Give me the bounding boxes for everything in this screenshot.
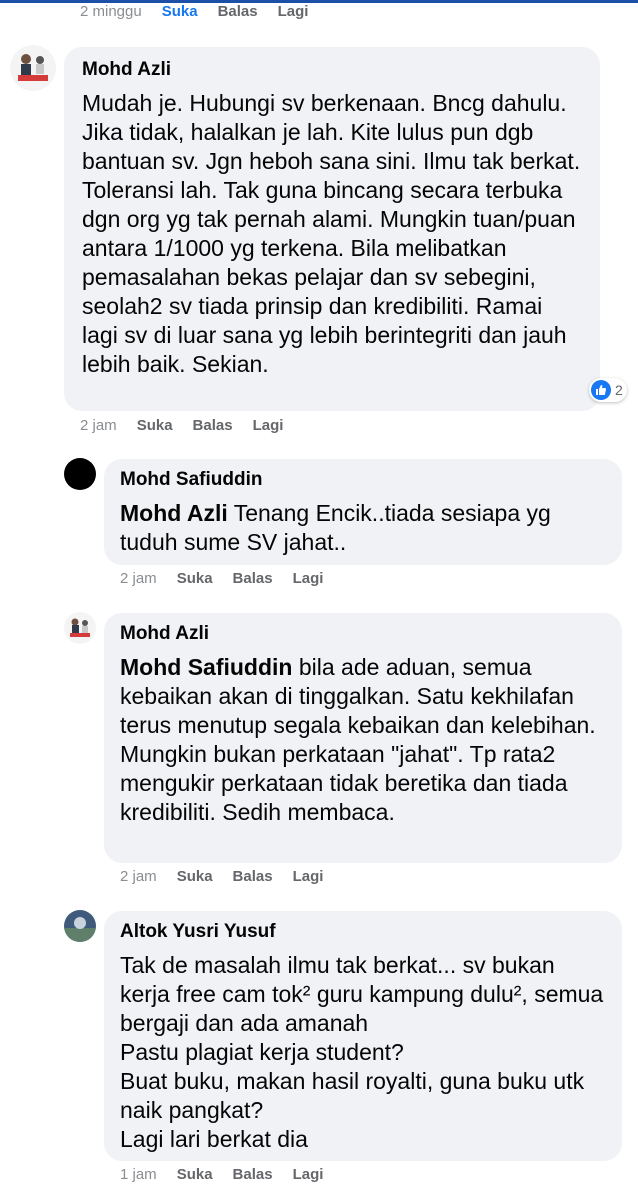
like-button[interactable]: Suka [177, 1166, 213, 1183]
comment-text: Mohd Safiuddin bila ade aduan, semua keb… [120, 653, 606, 827]
comment-author[interactable]: Mohd Azli [120, 623, 606, 645]
comment-author[interactable]: Mohd Safiuddin [120, 469, 606, 491]
comment-actions: 1 jam Suka Balas Lagi [120, 1166, 323, 1183]
comment-actions: 2 jam Suka Balas Lagi [120, 868, 323, 885]
timestamp: 2 jam [120, 570, 157, 587]
reply-button[interactable]: Balas [233, 1166, 273, 1183]
like-reaction-icon [591, 380, 611, 400]
more-button[interactable]: Lagi [293, 868, 324, 885]
comment-actions: 2 jam Suka Balas Lagi [120, 570, 323, 587]
previous-comment-actions: 2 minggu Suka Balas Lagi [80, 3, 308, 20]
profile-photo-icon [64, 910, 96, 942]
reply-button[interactable]: Balas [233, 868, 273, 885]
reaction-summary[interactable]: 2 [589, 378, 627, 402]
more-button[interactable]: Lagi [278, 3, 309, 20]
timestamp: 2 minggu [80, 3, 142, 20]
comment-author[interactable]: Altok Yusri Yusuf [120, 921, 606, 943]
like-button[interactable]: Suka [162, 3, 198, 20]
comment-bubble: Mohd Azli Mudah je. Hubungi sv berkenaan… [64, 47, 600, 411]
mention-link[interactable]: Mohd Azli [120, 500, 228, 526]
comment-text: Mudah je. Hubungi sv berkenaan. Bncg dah… [82, 90, 581, 377]
comment-actions: 2 jam Suka Balas Lagi [80, 417, 283, 434]
reply-button[interactable]: Balas [233, 570, 273, 587]
comment-bubble: Mohd Safiuddin Mohd Azli Tenang Encik..t… [104, 459, 622, 565]
more-button[interactable]: Lagi [253, 417, 284, 434]
timestamp: 1 jam [120, 1166, 157, 1183]
like-button[interactable]: Suka [177, 570, 213, 587]
reaction-count: 2 [615, 382, 623, 398]
avatar[interactable] [64, 612, 96, 644]
comment-bubble: Mohd Azli Mohd Safiuddin bila ade aduan,… [104, 613, 622, 863]
profile-photo-icon [10, 45, 56, 91]
more-button[interactable]: Lagi [293, 570, 324, 587]
timestamp: 2 jam [80, 417, 117, 434]
comment-author[interactable]: Mohd Azli [82, 59, 582, 81]
more-button[interactable]: Lagi [293, 1166, 324, 1183]
comment-text: Tak de masalah ilmu tak berkat... sv buk… [120, 952, 604, 1152]
reply-button[interactable]: Balas [193, 417, 233, 434]
like-button[interactable]: Suka [177, 868, 213, 885]
comment-bubble: Altok Yusri Yusuf Tak de masalah ilmu ta… [104, 911, 622, 1161]
comment-text: Mohd Azli Tenang Encik..tiada sesiapa yg… [120, 499, 606, 557]
profile-photo-icon [64, 612, 96, 644]
like-button[interactable]: Suka [137, 417, 173, 434]
avatar[interactable] [10, 45, 56, 91]
avatar[interactable] [64, 910, 96, 942]
reply-button[interactable]: Balas [218, 3, 258, 20]
avatar[interactable] [64, 458, 96, 490]
mention-link[interactable]: Mohd Safiuddin [120, 654, 292, 680]
timestamp: 2 jam [120, 868, 157, 885]
